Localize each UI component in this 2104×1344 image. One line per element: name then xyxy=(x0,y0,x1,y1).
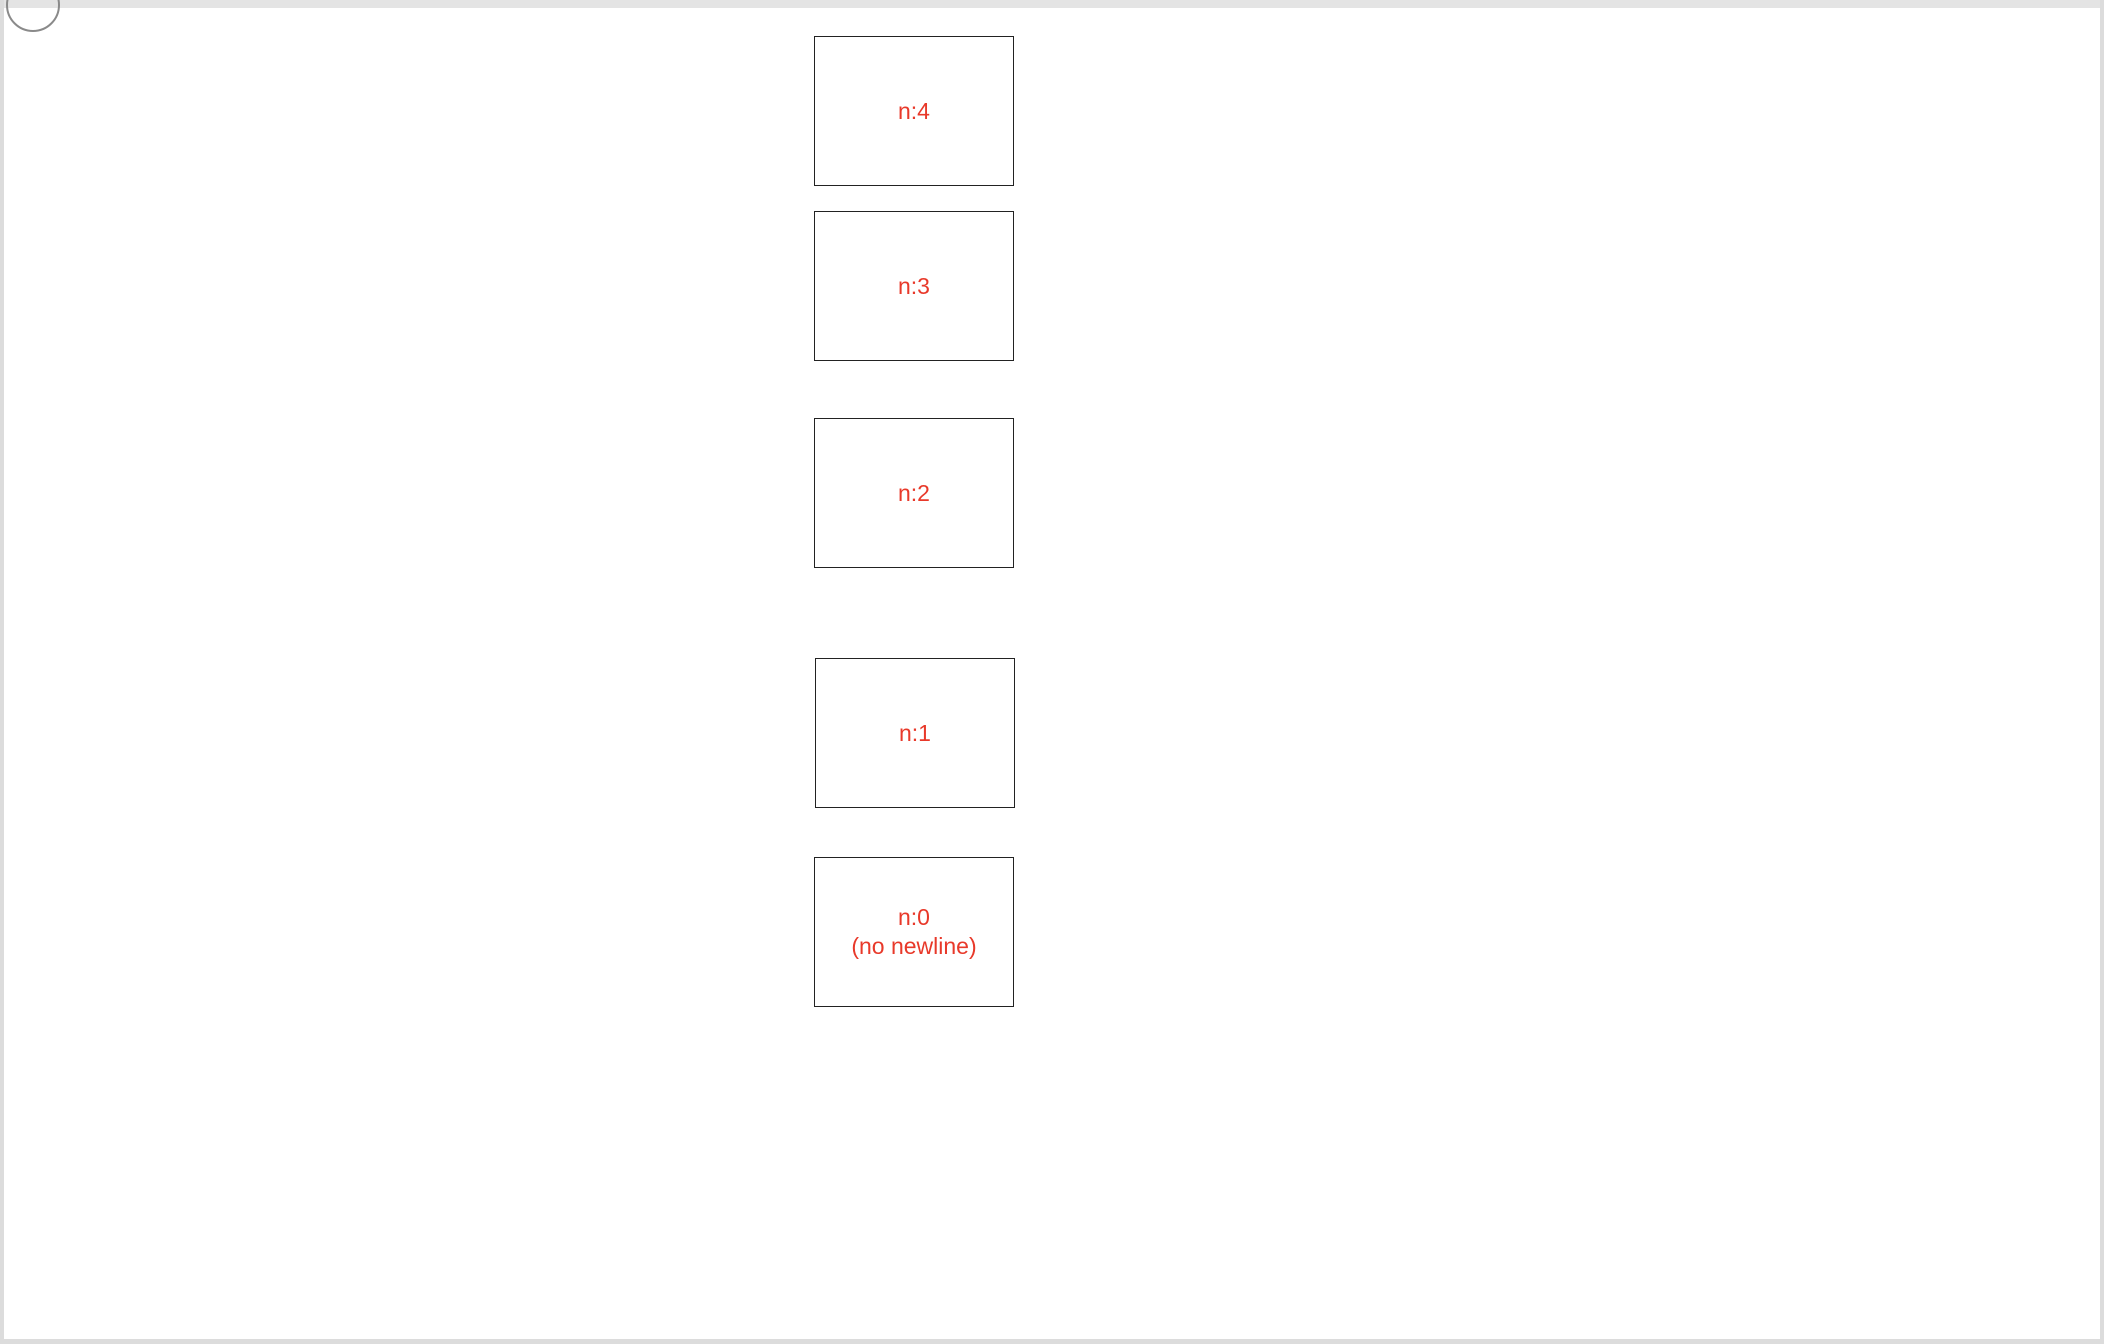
node-box-0[interactable]: n:0 (no newline) xyxy=(814,857,1014,1007)
window-right-edge xyxy=(2100,0,2104,1344)
node-label: n:2 xyxy=(898,479,930,506)
node-sublabel: (no newline) xyxy=(851,933,977,959)
node-label: n:4 xyxy=(898,97,930,124)
window-left-edge xyxy=(0,0,4,1344)
canvas-window: n:4 n:3 n:2 n:1 n:0 (no newline) xyxy=(0,0,2104,1344)
node-box-2[interactable]: n:2 xyxy=(814,418,1014,568)
node-label: n:1 xyxy=(899,719,931,746)
window-top-edge xyxy=(0,0,2104,8)
corner-arc-icon[interactable] xyxy=(6,0,60,32)
node-box-3[interactable]: n:3 xyxy=(814,211,1014,361)
node-label: n:3 xyxy=(898,272,930,299)
node-label: n:0 xyxy=(898,904,930,930)
window-bottom-edge xyxy=(0,1339,2104,1344)
node-box-4[interactable]: n:4 xyxy=(814,36,1014,186)
node-box-1[interactable]: n:1 xyxy=(815,658,1015,808)
